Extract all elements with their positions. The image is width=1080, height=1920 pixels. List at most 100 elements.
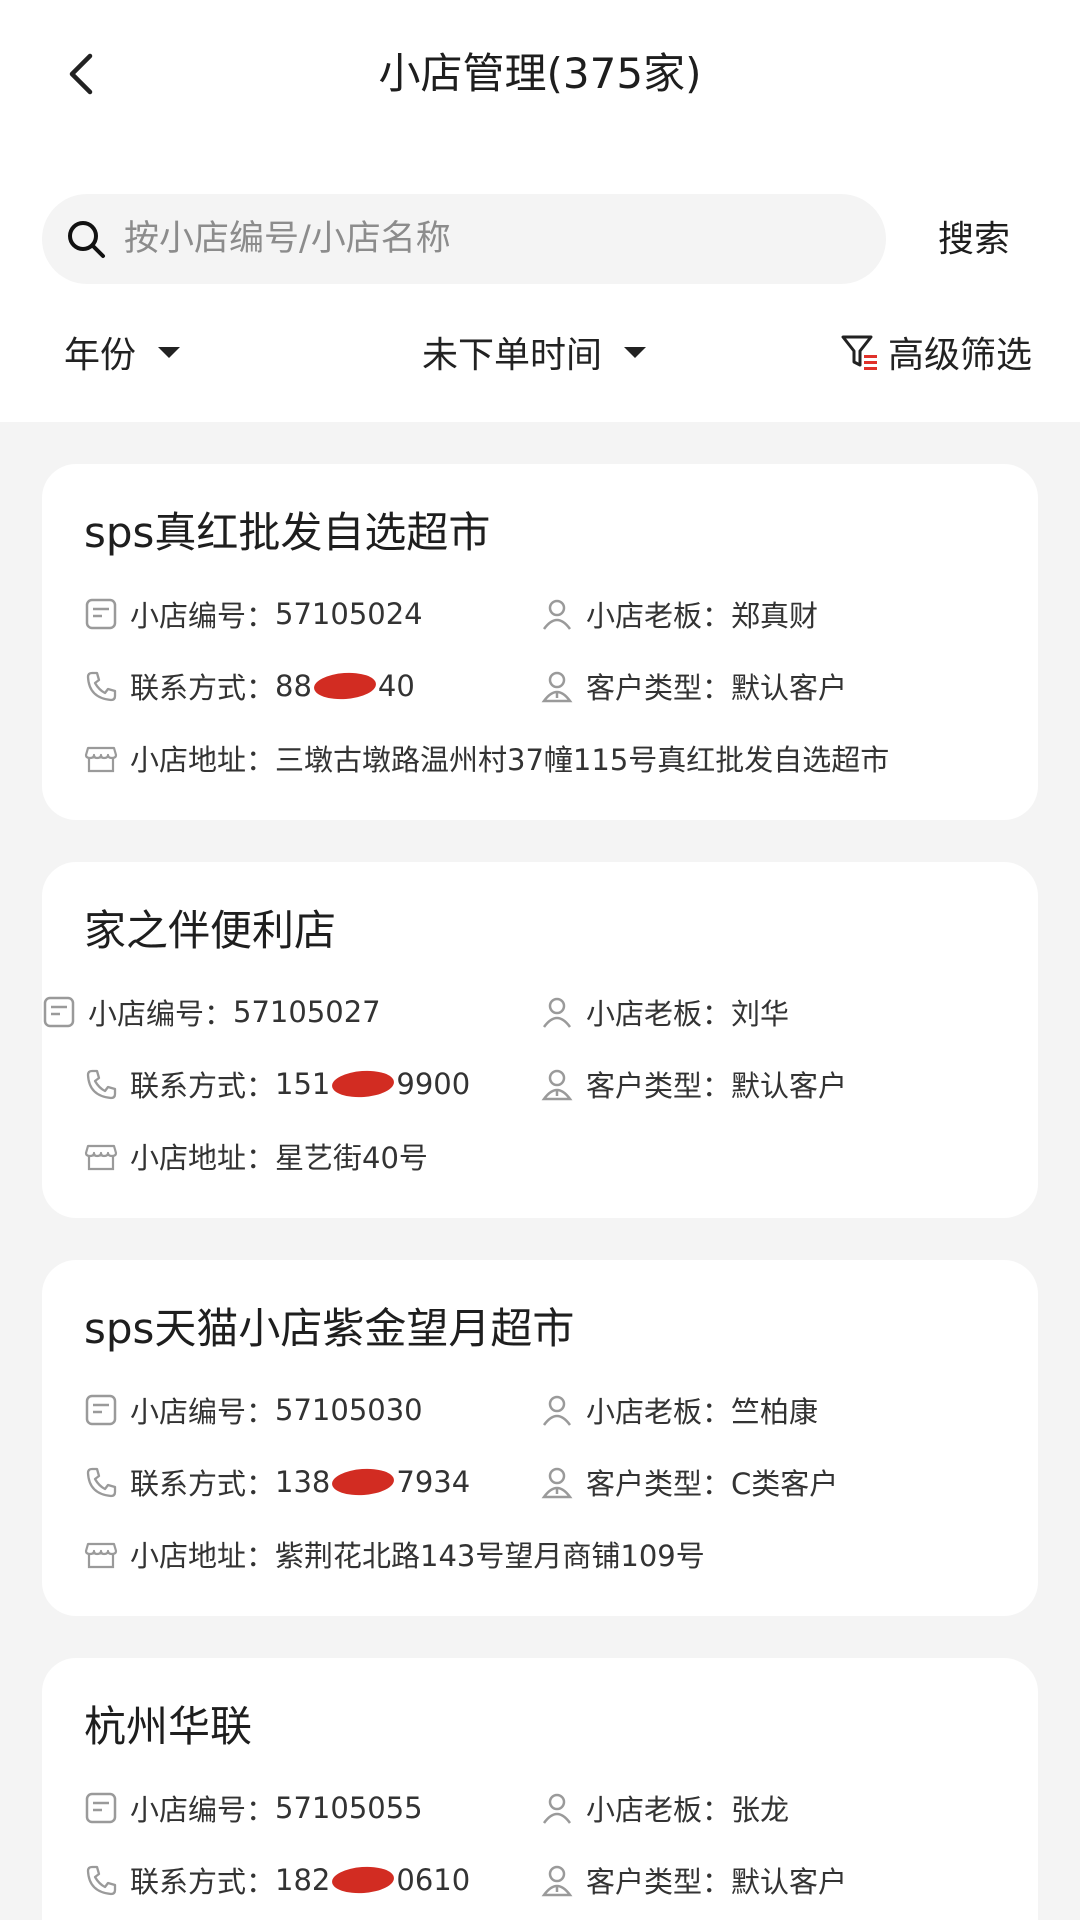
customer-type-field: 客户类型： 默认客户: [540, 1062, 847, 1106]
field-label: 小店编号：: [88, 997, 234, 1031]
field-label: 小店老板：: [586, 997, 732, 1031]
phone-icon: [86, 1467, 117, 1498]
shop-name: 家之伴便利店: [84, 906, 337, 955]
user-badge-icon: [541, 1069, 573, 1101]
shop-card[interactable]: sps天猫小店紫金望月超市 小店编号： 57105030 小店老板： 竺柏康 联系方…: [42, 1260, 1038, 1616]
customer-type-value: 默认客户: [731, 1069, 848, 1103]
shop-owner-value: 刘华: [731, 997, 790, 1031]
page-title: 小店管理(375家): [378, 49, 702, 98]
shop-name: sps真红批发自选超市: [84, 508, 491, 557]
filter-icon: [841, 335, 877, 370]
store-icon: [84, 1144, 118, 1171]
phone-icon: [86, 671, 117, 702]
field-label: 小店老板：: [586, 599, 732, 633]
phone-prefix: 182: [275, 1863, 331, 1897]
field-label: 小店地址：: [130, 1539, 276, 1573]
phone-icon: [86, 1865, 117, 1896]
phone-suffix: 40: [377, 669, 415, 703]
customer-type-field: 客户类型： 默认客户: [540, 664, 847, 708]
shop-owner-value: 竺柏康: [731, 1395, 819, 1429]
field-label: 小店编号：: [130, 1395, 276, 1429]
user-badge-icon: [541, 1865, 573, 1897]
customer-type-value: 默认客户: [731, 671, 848, 705]
shop-owner-field: 小店老板： 刘华: [540, 990, 789, 1034]
year-filter-label: 年份: [64, 335, 137, 376]
receipt-icon: [85, 1394, 117, 1426]
address-field: 小店地址： 紫荆花北路143号望月商铺109号: [84, 1532, 705, 1576]
address-value: 紫荆花北路143号望月商铺109号: [275, 1539, 705, 1573]
field-label: 小店编号：: [130, 599, 276, 633]
field-label: 客户类型：: [586, 1865, 732, 1899]
search-button[interactable]: 搜索: [938, 210, 1010, 270]
user-badge-icon: [541, 671, 573, 703]
receipt-icon: [85, 1792, 117, 1824]
shop-code-field: 小店编号： 57105027: [42, 990, 381, 1034]
advanced-filter-button[interactable]: 高级筛选: [840, 322, 1032, 382]
field-label: 联系方式：: [130, 1069, 276, 1103]
phone-prefix: 138: [275, 1465, 331, 1499]
receipt-icon: [85, 598, 117, 630]
shop-owner-field: 小店老板： 竺柏康: [540, 1388, 818, 1432]
redaction-mark: [331, 1068, 396, 1100]
customer-type-value: 默认客户: [731, 1865, 848, 1899]
phone-field: 联系方式： 182 0610: [84, 1858, 470, 1902]
shop-owner-field: 小店老板： 郑真财: [540, 592, 818, 636]
field-label: 小店老板：: [586, 1793, 732, 1827]
phone-field: 联系方式： 138 7934: [84, 1460, 470, 1504]
store-icon: [84, 746, 118, 773]
search-icon: [68, 221, 105, 258]
phone-icon: [86, 1069, 117, 1100]
field-label: 客户类型：: [586, 671, 732, 705]
phone-suffix: 0610: [396, 1863, 471, 1897]
no-order-time-filter-label: 未下单时间: [422, 335, 603, 376]
user-icon: [542, 1395, 572, 1426]
shop-code-value: 57105030: [275, 1393, 423, 1427]
user-icon: [542, 1793, 572, 1824]
year-filter[interactable]: 年份: [64, 322, 181, 382]
shop-code-value: 57105024: [275, 597, 423, 631]
user-icon: [542, 599, 572, 630]
shop-card[interactable]: sps真红批发自选超市 小店编号： 57105024 小店老板： 郑真财 联系方式：…: [42, 464, 1038, 820]
top-panel: 小店管理(375家) 搜索 年份 未下单时间 高级筛选: [0, 0, 1080, 422]
store-icon: [84, 1542, 118, 1569]
shop-code-field: 小店编号： 57105055: [84, 1786, 423, 1830]
caret-down-icon: [624, 346, 647, 358]
phone-suffix: 7934: [396, 1465, 471, 1499]
search-input[interactable]: [124, 219, 824, 259]
shop-name: sps天猫小店紫金望月超市: [84, 1304, 575, 1353]
redaction-mark: [331, 1466, 396, 1498]
user-badge-icon: [541, 1467, 573, 1499]
field-label: 客户类型：: [586, 1467, 732, 1501]
customer-type-value: C类客户: [731, 1467, 839, 1501]
shop-code-field: 小店编号： 57105024: [84, 592, 423, 636]
phone-prefix: 88: [275, 669, 312, 703]
field-label: 联系方式：: [130, 671, 276, 705]
shop-card[interactable]: 家之伴便利店 小店编号： 57105027 小店老板： 刘华 联系方式： 151 990…: [42, 862, 1038, 1218]
phone-suffix: 9900: [396, 1067, 471, 1101]
address-field: 小店地址： 星艺街40号: [84, 1134, 428, 1178]
shop-name: 杭州华联: [84, 1702, 253, 1751]
shop-code-field: 小店编号： 57105030: [84, 1388, 423, 1432]
customer-type-field: 客户类型： C类客户: [540, 1460, 838, 1504]
no-order-time-filter[interactable]: 未下单时间: [422, 322, 647, 382]
advanced-filter-label: 高级筛选: [888, 335, 1033, 376]
field-label: 小店老板：: [586, 1395, 732, 1429]
shop-code-value: 57105055: [275, 1791, 423, 1825]
field-label: 客户类型：: [586, 1069, 732, 1103]
shop-card[interactable]: 杭州华联 小店编号： 57105055 小店老板： 张龙 联系方式： 182 0610 …: [42, 1658, 1038, 1920]
phone-field: 联系方式： 88 40: [84, 664, 415, 708]
address-value: 三墩古墩路温州村37幢115号真红批发自选超市: [275, 743, 890, 777]
redaction-mark: [331, 1864, 396, 1896]
redaction-mark: [313, 670, 377, 702]
user-icon: [542, 997, 572, 1028]
field-label: 小店编号：: [130, 1793, 276, 1827]
shop-owner-value: 郑真财: [731, 599, 819, 633]
caret-down-icon: [158, 346, 181, 358]
search-bar[interactable]: [42, 194, 886, 284]
receipt-icon: [43, 996, 75, 1028]
customer-type-field: 客户类型： 默认客户: [540, 1858, 847, 1902]
shop-code-value: 57105027: [233, 995, 381, 1029]
shop-owner-value: 张龙: [731, 1793, 790, 1827]
address-value: 星艺街40号: [275, 1141, 428, 1175]
address-field: 小店地址： 三墩古墩路温州村37幢115号真红批发自选超市: [84, 736, 889, 780]
